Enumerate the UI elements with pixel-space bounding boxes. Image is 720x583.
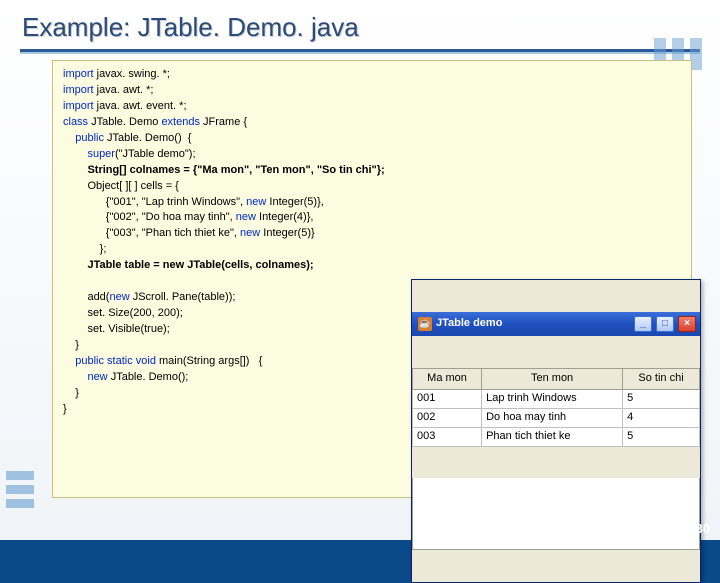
maximize-button[interactable]: □ xyxy=(656,316,674,332)
col-header[interactable]: Ma mon xyxy=(413,368,482,389)
jtable[interactable]: Ma mon Ten mon So tin chi 001 Lap trinh … xyxy=(412,368,700,447)
title-underline xyxy=(20,49,700,52)
table-row: 003 Phan tich thiet ke 5 xyxy=(413,427,700,446)
code-block: import javax. swing. *; import java. awt… xyxy=(52,60,692,498)
close-button[interactable]: × xyxy=(678,316,696,332)
jtable-demo-window: ☕ JTable demo _ □ × Ma mon Ten mon So ti… xyxy=(411,279,701,583)
table-row: 002 Do hoa may tinh 4 xyxy=(413,408,700,427)
slide-title: Example: JTable. Demo. java xyxy=(0,0,720,49)
col-header[interactable]: Ten mon xyxy=(482,368,623,389)
col-header[interactable]: So tin chi xyxy=(623,368,700,389)
table-header-row: Ma mon Ten mon So tin chi xyxy=(413,368,700,389)
minimize-button[interactable]: _ xyxy=(634,316,652,332)
window-title: JTable demo xyxy=(436,316,630,332)
page-number: 30 xyxy=(696,521,710,536)
table-row: 001 Lap trinh Windows 5 xyxy=(413,389,700,408)
accent-bottom-left xyxy=(6,471,34,508)
java-icon: ☕ xyxy=(418,317,432,331)
window-titlebar[interactable]: ☕ JTable demo _ □ × xyxy=(412,312,700,336)
